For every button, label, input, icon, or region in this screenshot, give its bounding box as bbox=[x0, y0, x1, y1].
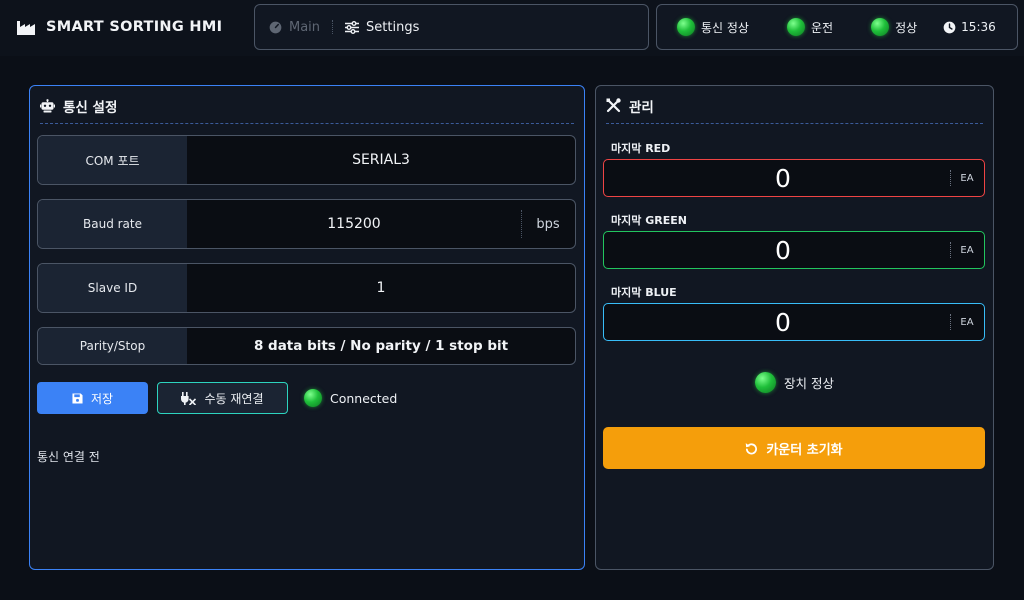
com-port-select[interactable]: SERIAL3 bbox=[187, 136, 575, 184]
nav-main[interactable]: Main bbox=[269, 20, 320, 35]
status-bar: 통신 정상 운전 정상 15:36 bbox=[656, 4, 1018, 50]
comm-status: 통신 정상 bbox=[677, 18, 749, 36]
nav-main-label: Main bbox=[289, 19, 321, 35]
comm-panel-title-text: 통신 설정 bbox=[63, 99, 118, 116]
last-blue-label: 마지막 BLUE bbox=[611, 286, 677, 299]
plug-icon bbox=[181, 391, 197, 405]
baud-rate-label: Baud rate bbox=[38, 200, 187, 248]
app-title: SMART SORTING HMI bbox=[46, 19, 223, 35]
brand: SMART SORTING HMI bbox=[16, 16, 222, 38]
comm-message: 통신 연결 전 bbox=[37, 450, 100, 464]
com-port-label: COM 포트 bbox=[38, 136, 187, 184]
connection-status-text: Connected bbox=[330, 390, 398, 406]
device-status: 장치 정상 bbox=[596, 372, 993, 393]
manage-panel-title: 관리 bbox=[606, 96, 983, 124]
clock-time: 15:36 bbox=[961, 20, 996, 34]
top-bar: SMART SORTING HMI Main Settings 통신 정상 운전… bbox=[0, 0, 1024, 56]
sliders-icon bbox=[345, 20, 360, 34]
last-green-counter: 0 EA bbox=[603, 231, 985, 269]
slave-id-input[interactable]: 1 bbox=[187, 264, 575, 312]
factory-icon bbox=[17, 21, 35, 35]
slave-id-label: Slave ID bbox=[38, 264, 187, 312]
baud-rate-input[interactable]: 115200 bbox=[187, 200, 521, 248]
comm-status-led bbox=[677, 18, 695, 36]
nav-divider bbox=[332, 20, 334, 34]
save-button[interactable]: 저장 bbox=[37, 382, 148, 414]
management-panel: 관리 마지막 RED 0 EA 마지막 GREEN 0 EA 마지막 BLUE … bbox=[595, 85, 994, 570]
last-blue-counter: 0 EA bbox=[603, 303, 985, 341]
last-green-unit: EA bbox=[950, 232, 984, 268]
device-status-text: 장치 정상 bbox=[784, 376, 834, 391]
comm-panel-title: 통신 설정 bbox=[40, 96, 574, 124]
counter-reset-label: 카운터 초기화 bbox=[766, 442, 843, 458]
clock: 15:36 bbox=[943, 20, 996, 34]
clock-icon bbox=[943, 21, 956, 33]
nav-bar: Main Settings bbox=[254, 4, 649, 50]
parity-stop-value: 8 data bits / No parity / 1 stop bit bbox=[253, 338, 509, 354]
device-status-led bbox=[755, 372, 776, 393]
baud-rate-row: Baud rate 115200 bps bbox=[37, 199, 576, 249]
last-blue-value: 0 bbox=[775, 307, 791, 337]
run-status: 운전 bbox=[786, 18, 834, 36]
last-blue-unit: EA bbox=[950, 304, 984, 340]
com-port-row: COM 포트 SERIAL3 bbox=[37, 135, 576, 185]
nav-settings-label: Settings bbox=[366, 19, 420, 35]
last-red-label: 마지막 RED bbox=[611, 142, 671, 155]
comm-status-label: 통신 정상 bbox=[701, 20, 749, 35]
gauge-icon bbox=[269, 21, 282, 33]
manual-reconnect-button[interactable]: 수동 재연결 bbox=[157, 382, 288, 414]
manage-panel-title-text: 관리 bbox=[629, 99, 654, 116]
rotate-left-icon bbox=[746, 442, 758, 454]
run-status-led bbox=[786, 18, 805, 36]
slave-id-row: Slave ID 1 bbox=[37, 263, 576, 313]
manual-reconnect-label: 수동 재연결 bbox=[204, 391, 264, 406]
normal-status-led bbox=[871, 18, 890, 36]
last-green-value: 0 bbox=[775, 235, 791, 265]
robot-icon bbox=[40, 98, 55, 112]
parity-stop-label: Parity/Stop bbox=[38, 328, 187, 364]
save-button-label: 저장 bbox=[90, 391, 114, 406]
last-red-value: 0 bbox=[775, 163, 791, 193]
normal-status-label: 정상 bbox=[895, 20, 918, 35]
last-green-label: 마지막 GREEN bbox=[611, 214, 687, 227]
baud-rate-unit: bps bbox=[521, 200, 575, 248]
counter-reset-button[interactable]: 카운터 초기화 bbox=[603, 427, 985, 469]
last-red-counter: 0 EA bbox=[603, 159, 985, 197]
run-status-label: 운전 bbox=[810, 20, 834, 35]
connection-status-led bbox=[304, 389, 322, 407]
floppy-disk-icon bbox=[72, 392, 83, 404]
connection-status: Connected bbox=[304, 389, 397, 407]
parity-stop-row: Parity/Stop 8 data bits / No parity / 1 … bbox=[37, 327, 576, 365]
tools-icon bbox=[606, 98, 621, 113]
comm-settings-panel: 통신 설정 COM 포트 SERIAL3 Baud rate 115200 bp… bbox=[29, 85, 585, 570]
nav-settings[interactable]: Settings bbox=[345, 20, 419, 35]
last-red-unit: EA bbox=[950, 160, 984, 196]
normal-status: 정상 bbox=[871, 18, 917, 36]
